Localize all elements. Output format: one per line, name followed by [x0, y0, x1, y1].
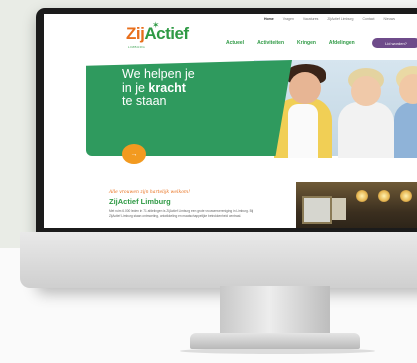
hero-line-2: in je kracht	[122, 80, 186, 95]
nav-actueel[interactable]: Actueel	[226, 40, 244, 46]
main-nav: Actueel Activiteiten Kringen Afdelingen	[226, 40, 355, 46]
top-link-vragen[interactable]: Vragen	[283, 17, 294, 21]
top-link-home[interactable]: Home	[264, 17, 274, 21]
top-link-nieuws[interactable]: Nieuws	[384, 17, 395, 21]
monitor-stand	[220, 286, 330, 338]
hero-heading: We helpen je in je kracht te staan	[122, 67, 262, 109]
interior-photo	[296, 182, 417, 228]
lamp-icon	[356, 190, 368, 202]
lamp-icon	[400, 190, 412, 202]
join-button[interactable]: Lid worden?	[372, 38, 417, 48]
nav-activiteiten[interactable]: Activiteiten	[257, 40, 284, 46]
top-link-zijactief[interactable]: ZijActief Limburg	[327, 17, 353, 21]
website-screen: Home Vragen Vacatures ZijActief Limburg …	[44, 14, 417, 228]
hero-arrow-button[interactable]: →	[122, 144, 146, 164]
welcome-paragraph: Met ruim 6.000 leden in 71 afdelingen is…	[109, 209, 254, 218]
logo-text-zij: Zij	[126, 24, 145, 43]
hero-line-1: We helpen je	[122, 67, 195, 81]
logo-tagline: LIMBURG	[128, 45, 146, 49]
hero-bold-word: kracht	[148, 80, 186, 95]
nav-kringen[interactable]: Kringen	[297, 40, 316, 46]
nav-afdelingen[interactable]: Afdelingen	[329, 40, 355, 46]
monitor-foot	[190, 333, 360, 349]
monitor-chin	[20, 232, 417, 288]
arrow-right-icon: →	[130, 150, 138, 158]
site-logo[interactable]: ZijActief ✶ LIMBURG	[126, 20, 189, 49]
logo-figure-icon: ✶	[152, 20, 160, 30]
top-links: Home Vragen Vacatures ZijActief Limburg …	[264, 17, 395, 21]
top-link-vacatures[interactable]: Vacatures	[303, 17, 319, 21]
lamp-icon	[378, 190, 390, 202]
welcome-title: ZijActief Limburg	[109, 197, 171, 206]
hero-line-3: te staan	[122, 94, 167, 108]
logo-text-actief: Actief	[144, 24, 189, 43]
top-link-contact[interactable]: Contact	[362, 17, 374, 21]
welcome-script-text: Alle vrouwen zijn hartelijk welkom!	[109, 190, 190, 195]
